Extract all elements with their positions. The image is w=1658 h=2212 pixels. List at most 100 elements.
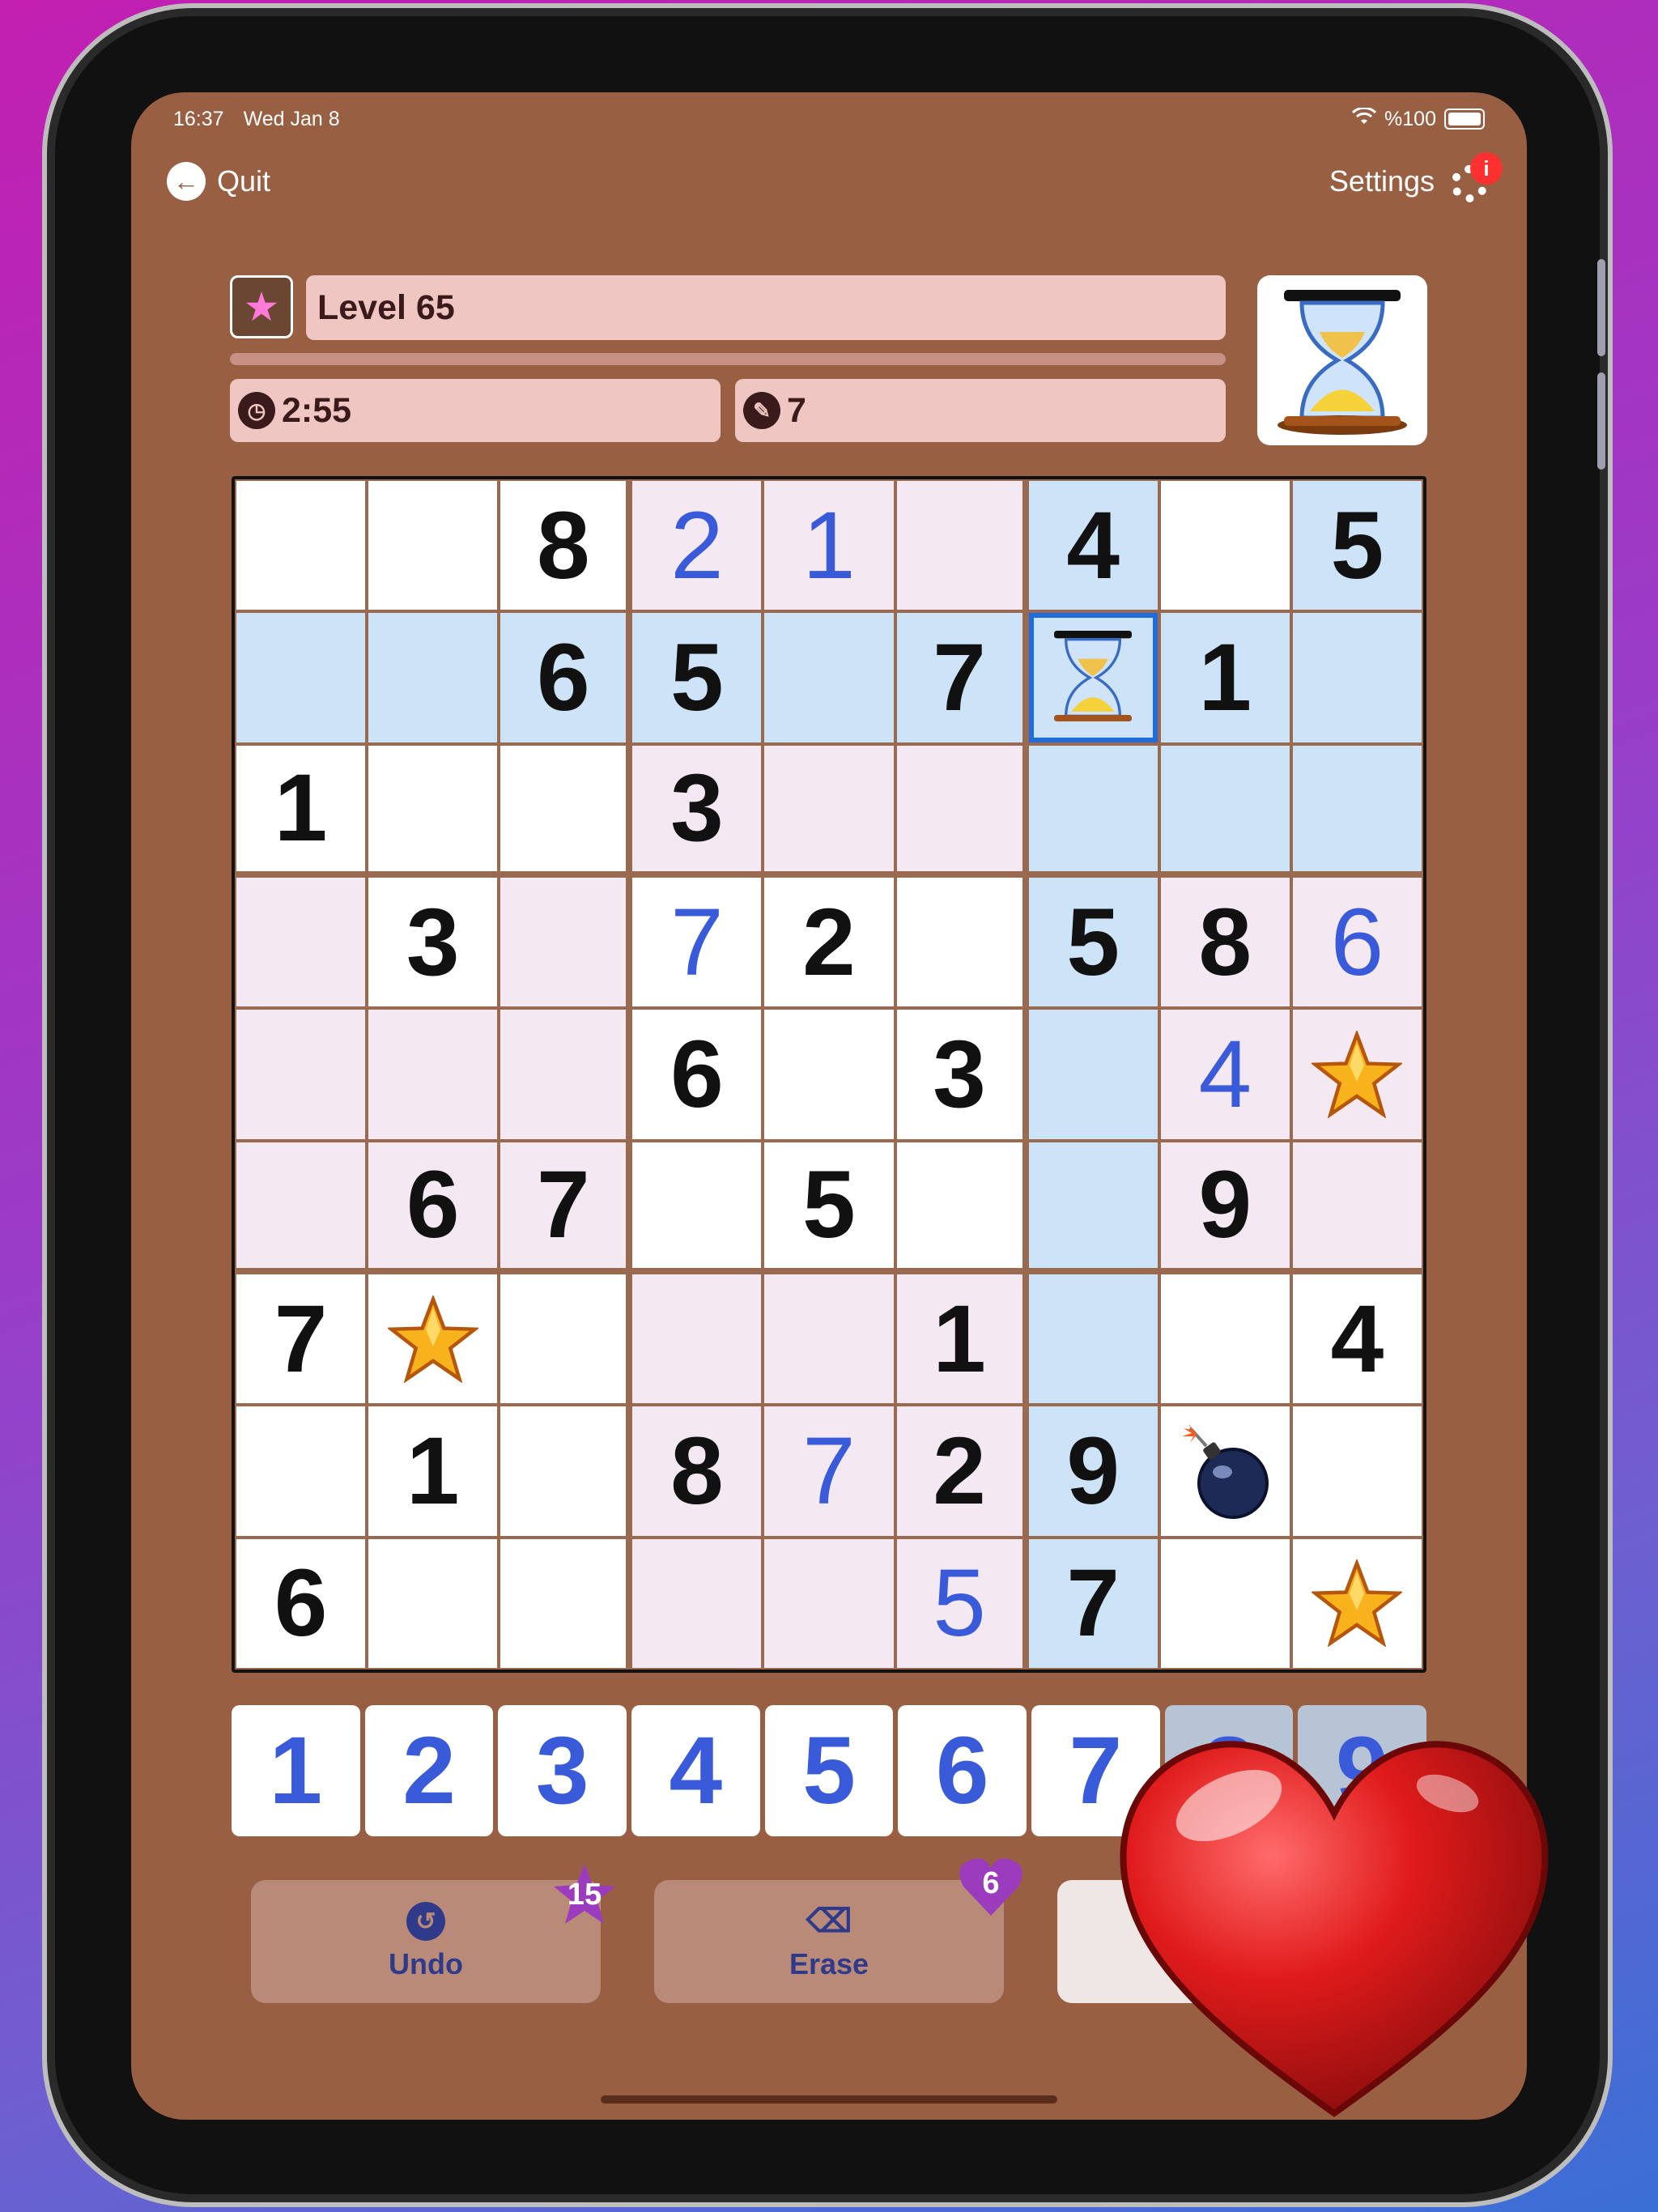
sudoku-cell[interactable]: 5 (764, 1142, 894, 1268)
bomb-icon[interactable] (1160, 1406, 1290, 1536)
sudoku-cell-empty[interactable] (1028, 1274, 1158, 1404)
sudoku-cell-empty[interactable] (896, 745, 1022, 871)
sudoku-cell-empty[interactable] (368, 745, 498, 871)
sudoku-cell-empty[interactable] (632, 1538, 762, 1668)
status-time: 16:37 (173, 107, 224, 130)
sudoku-cell[interactable]: 7 (764, 1406, 894, 1536)
hourglass-powerup-card[interactable] (1257, 275, 1427, 445)
sudoku-cell-empty[interactable] (1292, 1142, 1422, 1268)
sudoku-cell[interactable]: 7 (896, 613, 1022, 742)
sudoku-cell-empty[interactable] (896, 1142, 1022, 1268)
sudoku-cell-empty[interactable] (500, 1274, 627, 1404)
sudoku-cell-empty[interactable] (1160, 1538, 1290, 1668)
sudoku-cell[interactable]: 7 (500, 1142, 627, 1268)
sudoku-cell[interactable]: 2 (764, 877, 894, 1007)
sudoku-cell[interactable]: 6 (368, 1142, 498, 1268)
sudoku-cell-empty[interactable] (368, 1010, 498, 1139)
sudoku-cell[interactable]: 3 (896, 1010, 1022, 1139)
star-icon[interactable] (1292, 1538, 1422, 1668)
sudoku-cell[interactable]: 1 (368, 1406, 498, 1536)
sudoku-cell-empty[interactable] (1292, 1406, 1422, 1536)
sudoku-cell[interactable]: 7 (1028, 1538, 1158, 1668)
sudoku-cell[interactable]: 6 (632, 1010, 762, 1139)
numpad-key[interactable]: 4 (631, 1705, 760, 1836)
volume-button (1597, 372, 1605, 470)
sudoku-cell[interactable]: 1 (896, 1274, 1022, 1404)
sudoku-cell[interactable]: 9 (1160, 1142, 1290, 1268)
sudoku-cell[interactable]: 4 (1160, 1010, 1290, 1139)
sudoku-cell[interactable]: 8 (1160, 877, 1290, 1007)
sudoku-cell-empty[interactable] (368, 613, 498, 742)
star-icon[interactable] (368, 1274, 498, 1404)
sudoku-cell[interactable]: 7 (236, 1274, 366, 1404)
sudoku-cell-empty[interactable] (500, 1010, 627, 1139)
sudoku-cell[interactable]: 4 (1292, 1274, 1422, 1404)
undo-button[interactable]: ↺ Undo (251, 1880, 601, 2003)
settings-button[interactable]: Settings i (1329, 152, 1503, 204)
numpad-key[interactable]: 5 (764, 1705, 894, 1836)
sudoku-cell[interactable]: 7 (632, 877, 762, 1007)
sudoku-cell[interactable]: 2 (632, 481, 762, 610)
sudoku-cell-empty[interactable] (1292, 745, 1422, 871)
sudoku-cell[interactable]: 1 (236, 745, 366, 871)
sudoku-cell[interactable]: 3 (368, 877, 498, 1007)
sudoku-cell[interactable]: 8 (500, 481, 627, 610)
sudoku-cell[interactable]: 6 (500, 613, 627, 742)
sudoku-cell[interactable]: 9 (1028, 1406, 1158, 1536)
sudoku-cell[interactable]: 8 (632, 1406, 762, 1536)
sudoku-cell-empty[interactable] (236, 1010, 366, 1139)
sudoku-cell-empty[interactable] (1028, 1142, 1158, 1268)
sudoku-cell-empty[interactable] (1028, 1010, 1158, 1139)
sudoku-cell-empty[interactable] (632, 1274, 762, 1404)
sudoku-cell[interactable]: 1 (1160, 613, 1290, 742)
quit-label: Quit (217, 164, 271, 198)
sudoku-cell-empty[interactable] (236, 613, 366, 742)
star-icon[interactable] (1292, 1010, 1422, 1139)
numpad-key[interactable]: 1 (232, 1705, 360, 1836)
status-date: Wed Jan 8 (243, 107, 340, 130)
hourglass-icon[interactable] (1028, 613, 1158, 742)
sudoku-cell-empty[interactable] (500, 1538, 627, 1668)
sudoku-cell-empty[interactable] (1160, 745, 1290, 871)
sudoku-cell-empty[interactable] (764, 1538, 894, 1668)
sudoku-cell-empty[interactable] (500, 877, 627, 1007)
quit-button[interactable]: ← Quit (167, 162, 270, 201)
erase-count-badge: 6 (957, 1854, 1025, 1919)
sudoku-cell[interactable]: 2 (896, 1406, 1022, 1536)
numpad-key[interactable]: 3 (498, 1705, 627, 1836)
sudoku-cell[interactable]: 5 (1028, 877, 1158, 1007)
sudoku-cell-empty[interactable] (236, 877, 366, 1007)
sudoku-cell-empty[interactable] (764, 1010, 894, 1139)
sudoku-cell-empty[interactable] (764, 613, 894, 742)
sudoku-cell-empty[interactable] (764, 745, 894, 871)
erase-button[interactable]: ⌫ Erase (654, 1880, 1004, 2003)
sudoku-cell[interactable]: 3 (632, 745, 762, 871)
sudoku-cell[interactable]: 6 (1292, 877, 1422, 1007)
numpad-key[interactable]: 6 (898, 1705, 1027, 1836)
sudoku-cell[interactable]: 1 (764, 481, 894, 610)
sudoku-cell-empty[interactable] (500, 1406, 627, 1536)
sudoku-cell-empty[interactable] (368, 481, 498, 610)
sudoku-cell-empty[interactable] (236, 481, 366, 610)
sudoku-cell-empty[interactable] (236, 1406, 366, 1536)
sudoku-cell[interactable]: 5 (1292, 481, 1422, 610)
sudoku-cell[interactable]: 6 (236, 1538, 366, 1668)
sudoku-cell-empty[interactable] (500, 745, 627, 871)
sudoku-cell[interactable]: 4 (1028, 481, 1158, 610)
sudoku-cell-empty[interactable] (632, 1142, 762, 1268)
sudoku-cell[interactable]: 5 (632, 613, 762, 742)
sudoku-cell-empty[interactable] (368, 1538, 498, 1668)
undo-label: Undo (389, 1947, 463, 1980)
sudoku-cell[interactable]: 5 (896, 1538, 1022, 1668)
sudoku-cell-empty[interactable] (1160, 481, 1290, 610)
sudoku-cell-empty[interactable] (1292, 613, 1422, 742)
sudoku-cell-empty[interactable] (236, 1142, 366, 1268)
numpad-key[interactable]: 2 (364, 1705, 494, 1836)
sudoku-cell-empty[interactable] (1028, 745, 1158, 871)
sudoku-cell-empty[interactable] (764, 1274, 894, 1404)
notification-badge: i (1470, 152, 1503, 185)
sudoku-cell-empty[interactable] (896, 877, 1022, 1007)
timer-pill: ◷ 2:55 (230, 379, 721, 442)
sudoku-cell-empty[interactable] (1160, 1274, 1290, 1404)
sudoku-cell-empty[interactable] (896, 481, 1022, 610)
